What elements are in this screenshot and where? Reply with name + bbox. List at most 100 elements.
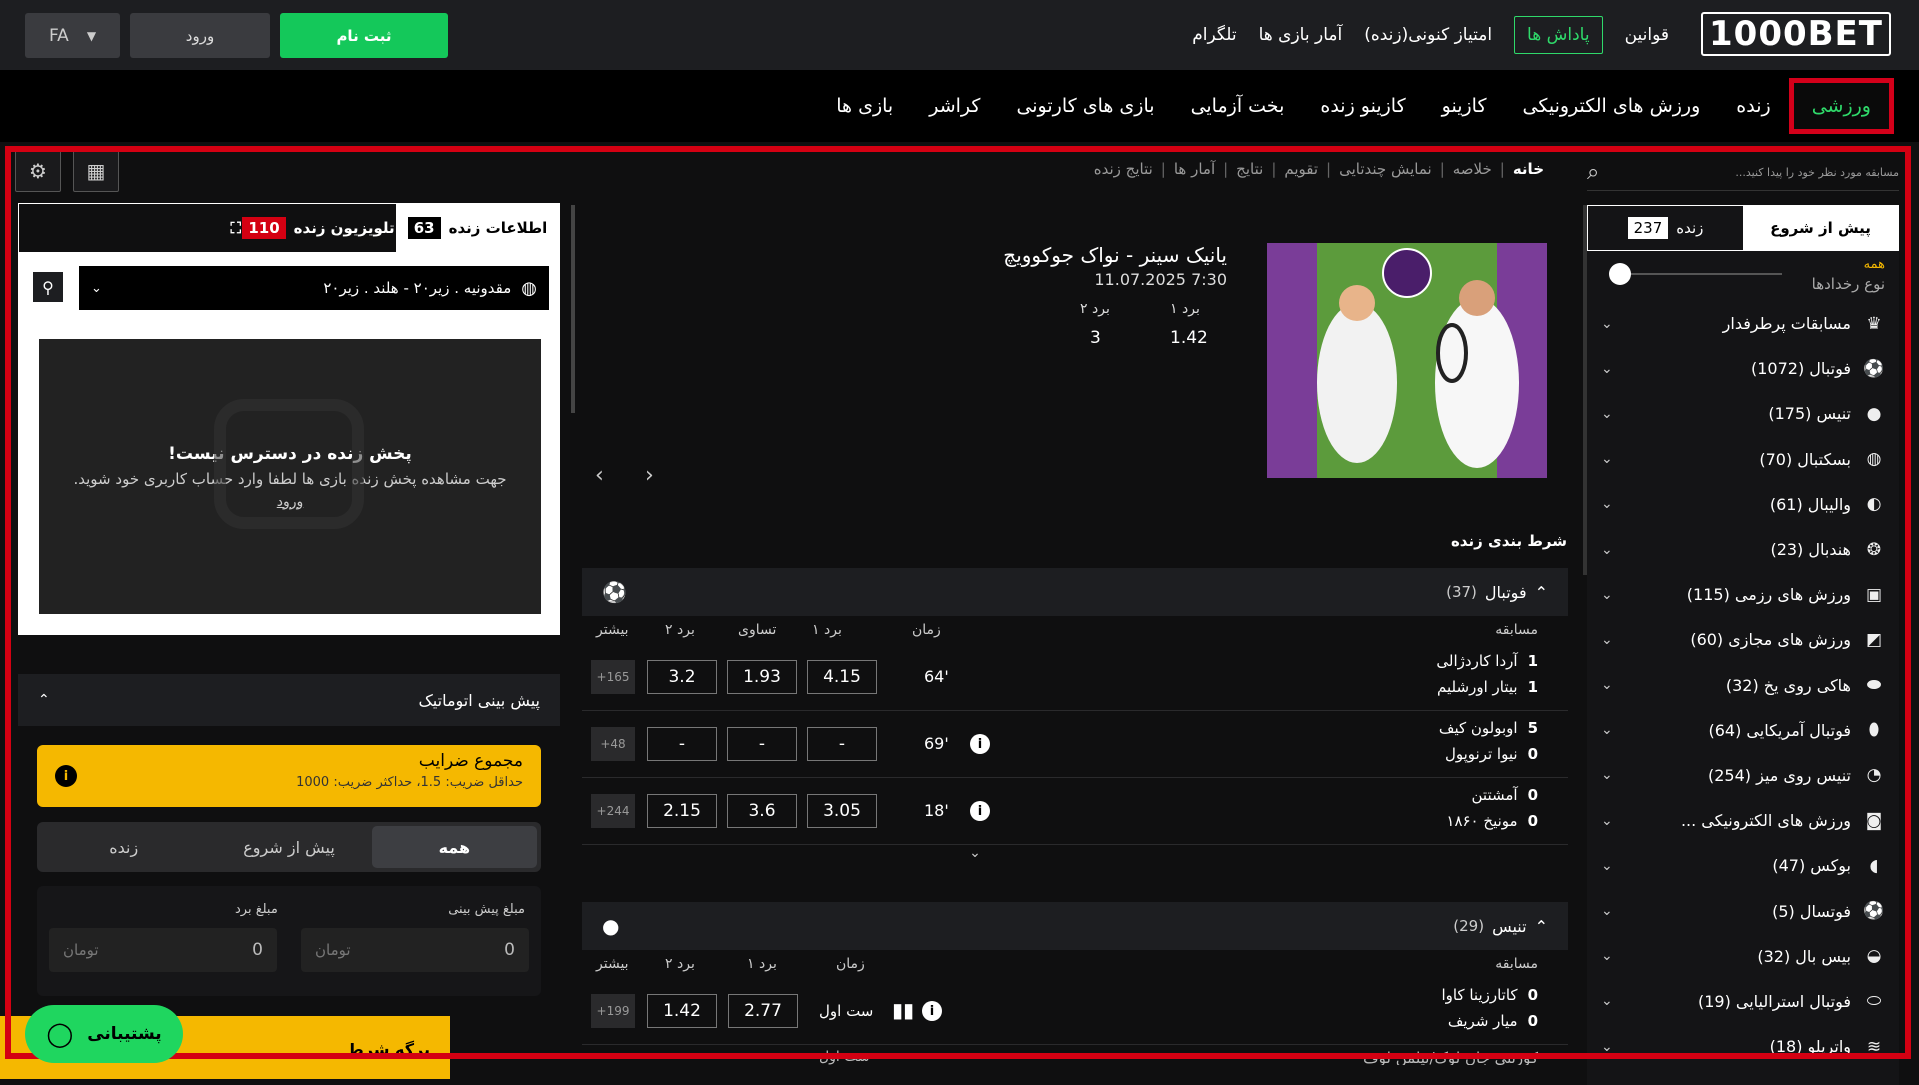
chevron-down-icon[interactable]: ⌄ [1601,948,1613,964]
more-markets[interactable]: +48 [591,727,635,761]
chevron-down-icon[interactable]: ⌄ [1601,496,1613,512]
crumb-live-results[interactable]: نتایج زنده [1094,160,1153,178]
tab-live-info[interactable]: اطلاعات زنده 63 [396,204,559,252]
auto-bet-accordion[interactable]: پیش بینی اتوماتیک ⌃ [18,674,560,726]
stats-link[interactable]: آمار بازی ها [1259,25,1343,45]
more-markets[interactable]: +165 [591,660,635,694]
featured-match-title[interactable]: یانیک سینر - نواک جوکوویچ [1003,243,1227,267]
odd-w1[interactable]: 4.15 [807,660,877,694]
crumb-summary[interactable]: خلاصه [1453,160,1492,178]
crumb-stats[interactable]: آمار ها [1174,160,1215,178]
sidebar-scrollbar[interactable] [1583,205,1587,575]
seg-all[interactable]: همه [371,826,537,868]
nav-lottery[interactable]: بخت آزمایی [1173,78,1303,134]
nav-esports[interactable]: ورزش های الکترونیکی [1505,78,1719,134]
expand-more-icon[interactable]: ⌄ [382,845,1568,869]
search-bar[interactable]: مسابقه مورد نظر خود را پیدا کنید... ⌕ [1587,155,1899,191]
chevron-down-icon[interactable]: ⌄ [1601,993,1613,1009]
sidebar-item[interactable]: ⬬ هاکی روی یخ (32) ⌄ [1587,663,1899,708]
odd-w1[interactable]: - [807,727,877,761]
odd-w2[interactable]: 3.2 [647,660,717,694]
chevron-down-icon[interactable]: ⌄ [1601,406,1613,422]
table-row[interactable]: 0 کاتارزینا کاوا 0 میار شریف i ▮▮ ست اول 2… [582,978,1568,1045]
brand-logo[interactable]: 1000BET [1701,12,1891,56]
sidebar-item[interactable]: ● تنیس (175) ⌄ [1587,391,1899,436]
odd-w1[interactable]: 2.77 [728,994,798,1028]
nav-casino[interactable]: کازینو [1424,78,1505,134]
sidebar-item[interactable]: ⬮ فوتبال آمریکایی (64) ⌄ [1587,708,1899,753]
search-input[interactable]: مسابقه مورد نظر خود را پیدا کنید... [1607,166,1899,179]
live-score-link[interactable]: امتیاز کنونی(زنده) [1364,25,1492,45]
support-button[interactable]: پشتیبانی ◯ [25,1005,183,1063]
rewards-link[interactable]: پاداش ها [1514,16,1603,54]
sidebar-item[interactable]: ◔ تنیس روی میز (254) ⌄ [1587,753,1899,798]
tab-live[interactable]: زنده 237 [1588,206,1743,250]
crumb-results[interactable]: نتایج [1236,160,1263,178]
crumb-multiview[interactable]: نمایش چندتایی [1339,160,1432,178]
table-row[interactable]: کورنتی جان لوک/نیلمن لوف ست اول [582,1045,1568,1065]
expand-icon[interactable]: ⛶ [19,204,241,252]
content-scrollbar[interactable] [571,205,575,413]
nav-crash[interactable]: کراشر [911,78,998,134]
odd-draw[interactable]: - [727,727,797,761]
sidebar-item[interactable]: ⬭ فوتبال استرالیایی (19) ⌄ [1587,979,1899,1024]
football-header[interactable]: ⌃ فوتبال (37) ⚽ [582,568,1568,616]
sidebar-item[interactable]: ▣ ورزش های رزمی (115) ⌄ [1587,572,1899,617]
odd-w2[interactable]: - [647,727,717,761]
match-select[interactable]: ◍ مقدونیه . زیر۲۰ - هلند . زیر۲۰ ⌄ [79,266,549,310]
event-type-slider[interactable] [1609,263,1782,285]
gear-icon[interactable]: ⚙ [15,150,61,192]
sidebar-item[interactable]: ⚽ فوتسال (5) ⌄ [1587,888,1899,933]
chevron-down-icon[interactable]: ⌄ [1601,587,1613,603]
tennis-header[interactable]: ⌃ تنیس (29) ● [582,902,1568,950]
odd-w2[interactable]: 2.15 [647,794,717,828]
rules-link[interactable]: قوانین [1625,25,1669,45]
sidebar-item[interactable]: ♛ مسابقات پرطرفدار ⌄ [1587,301,1899,346]
odd-draw[interactable]: 3.6 [727,794,797,828]
telegram-link[interactable]: تلگرام [1192,25,1236,45]
odd-draw[interactable]: 1.93 [727,660,797,694]
collapse-icon[interactable]: ⌃ [1535,583,1548,602]
table-row[interactable]: 1 آردا کاردژالی 1 بیتار اورشلیم 64' 4.15 1.93 3… [582,644,1568,711]
featured-w1-odd[interactable]: 1.42 [1170,328,1208,348]
sidebar-item[interactable]: ◐ والیبال (61) ⌄ [1587,482,1899,527]
crumb-home[interactable]: خانه [1513,160,1544,178]
info-icon[interactable]: i [922,1001,942,1021]
sidebar-item[interactable]: ⚽ فوتبال (1072) ⌄ [1587,346,1899,391]
total-odds-box[interactable]: مجموع ضرایب حداقل ضریب: 1.5، حداکثر ضریب… [37,745,541,807]
chevron-down-icon[interactable]: ⌄ [1601,451,1613,467]
crumb-calendar[interactable]: تقویم [1284,160,1318,178]
seg-live[interactable]: زنده [41,826,206,868]
sidebar-item[interactable]: ❂ هندبال (23) ⌄ [1587,527,1899,572]
odd-w2[interactable]: 1.42 [647,994,717,1028]
table-row[interactable]: 0 آمشتتن 0 مونیخ ۱۸۶۰ i 18' 3.05 3.6 2.15 +244 [582,778,1568,845]
slider-knob[interactable] [1609,263,1631,285]
info-icon[interactable]: i [970,801,990,821]
chevron-down-icon[interactable]: ⌄ [1601,361,1613,377]
collapse-icon[interactable]: ⌃ [1535,917,1548,936]
sidebar-item[interactable]: ◙ ورزش های الکترونیکی ... ⌄ [1587,798,1899,843]
prev-arrow-icon[interactable]: ‹ [595,463,604,488]
featured-match-image[interactable] [1267,243,1547,478]
nav-sports[interactable]: ورزشی [1788,78,1894,134]
sidebar-item[interactable]: ≋ واترپلو (18) ⌄ [1587,1024,1899,1069]
table-row[interactable]: 5اوبولون کیف 0نیوا ترنوپول i 69' - - - +48 [582,711,1568,778]
sidebar-item[interactable]: ◒ بیس بال (32) ⌄ [1587,934,1899,979]
nav-live[interactable]: زنده [1718,78,1788,134]
seg-prematch[interactable]: پیش از شروع [206,826,371,868]
sidebar-item[interactable]: ◩ ورزش های مجازی (60) ⌄ [1587,617,1899,662]
chevron-down-icon[interactable]: ⌄ [1601,858,1613,874]
stats-bar-icon[interactable]: ▮▮ [892,998,914,1022]
language-select[interactable]: FA ▼ [25,13,120,58]
calculator-icon[interactable]: ▦ [73,150,119,192]
tab-live-tv[interactable]: تلویزیون زنده 110 [241,204,396,252]
event-type-filter[interactable]: همه نوع رخدادها [1587,251,1899,301]
sidebar-item[interactable]: ◍ بسکتبال (70) ⌄ [1587,437,1899,482]
search-icon[interactable]: ⌕ [1587,160,1599,185]
odd-w1[interactable]: 3.05 [807,794,877,828]
chevron-down-icon[interactable]: ⌄ [1601,542,1613,558]
nav-games[interactable]: بازی ها [818,78,911,134]
pin-icon[interactable]: ⚲ [33,272,63,302]
chevron-down-icon[interactable]: ⌄ [1601,677,1613,693]
chevron-down-icon[interactable]: ⌄ [1601,632,1613,648]
